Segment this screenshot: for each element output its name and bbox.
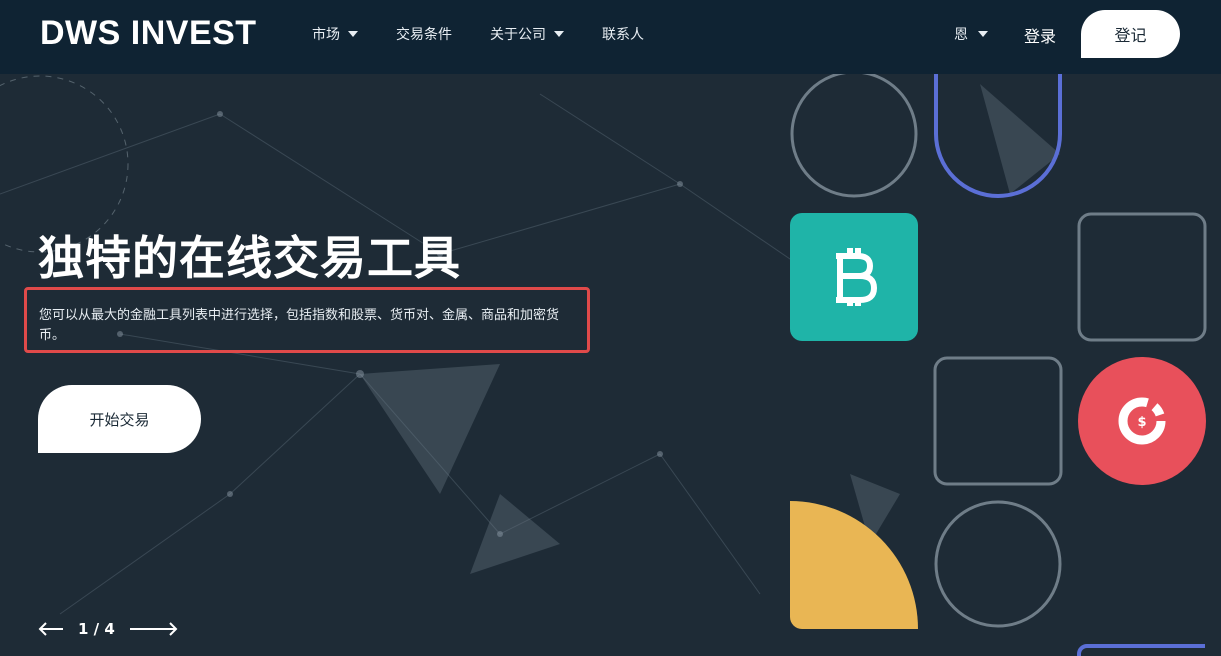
slide-counter: 1 / 4: [78, 620, 115, 638]
hero-subtitle-text: 您可以从最大的金融工具列表中进行选择，包括指数和股票、货币对、金属、商品和加密货…: [39, 308, 560, 343]
login-link[interactable]: 登录: [1024, 23, 1056, 47]
hero-subtitle: 您可以从最大的金融工具列表中进行选择，包括指数和股票、货币对、金属、商品和加密货…: [24, 287, 590, 353]
arrow-right-icon[interactable]: [129, 621, 179, 637]
hero-title: 独特的在线交易工具: [38, 231, 461, 285]
bitcoin-icon: [790, 213, 918, 341]
top-navigation-bar: DWS INVEST 市场 交易条件 关于公司 联系人 恩 登录 登记: [0, 0, 1221, 74]
chevron-down-icon: [554, 31, 564, 37]
language-label: 恩: [954, 27, 968, 43]
svg-text:$: $: [1137, 415, 1146, 430]
start-trading-button[interactable]: 开始交易: [38, 385, 201, 453]
nav-item-about-company[interactable]: 关于公司: [490, 24, 564, 44]
nav-item-contacts[interactable]: 联系人: [602, 24, 644, 44]
brand-logo[interactable]: DWS INVEST: [40, 14, 257, 53]
dollar-pie-icon: $: [1078, 357, 1206, 485]
nav-item-trading-conditions[interactable]: 交易条件: [396, 24, 452, 44]
chevron-down-icon: [978, 31, 988, 37]
slider-pager: 1 / 4: [38, 620, 179, 638]
nav-item-label: 关于公司: [490, 27, 546, 43]
register-button[interactable]: 登记: [1081, 10, 1180, 58]
hero-background: [0, 74, 1221, 656]
arrow-left-icon[interactable]: [38, 621, 64, 637]
language-selector[interactable]: 恩: [954, 24, 988, 44]
chevron-down-icon: [348, 31, 358, 37]
nav-item-label: 交易条件: [396, 27, 452, 43]
nav-item-market[interactable]: 市场: [312, 24, 358, 44]
nav-item-label: 联系人: [602, 27, 644, 43]
nav-item-label: 市场: [312, 27, 340, 43]
main-nav: 市场 交易条件 关于公司 联系人: [312, 24, 682, 44]
